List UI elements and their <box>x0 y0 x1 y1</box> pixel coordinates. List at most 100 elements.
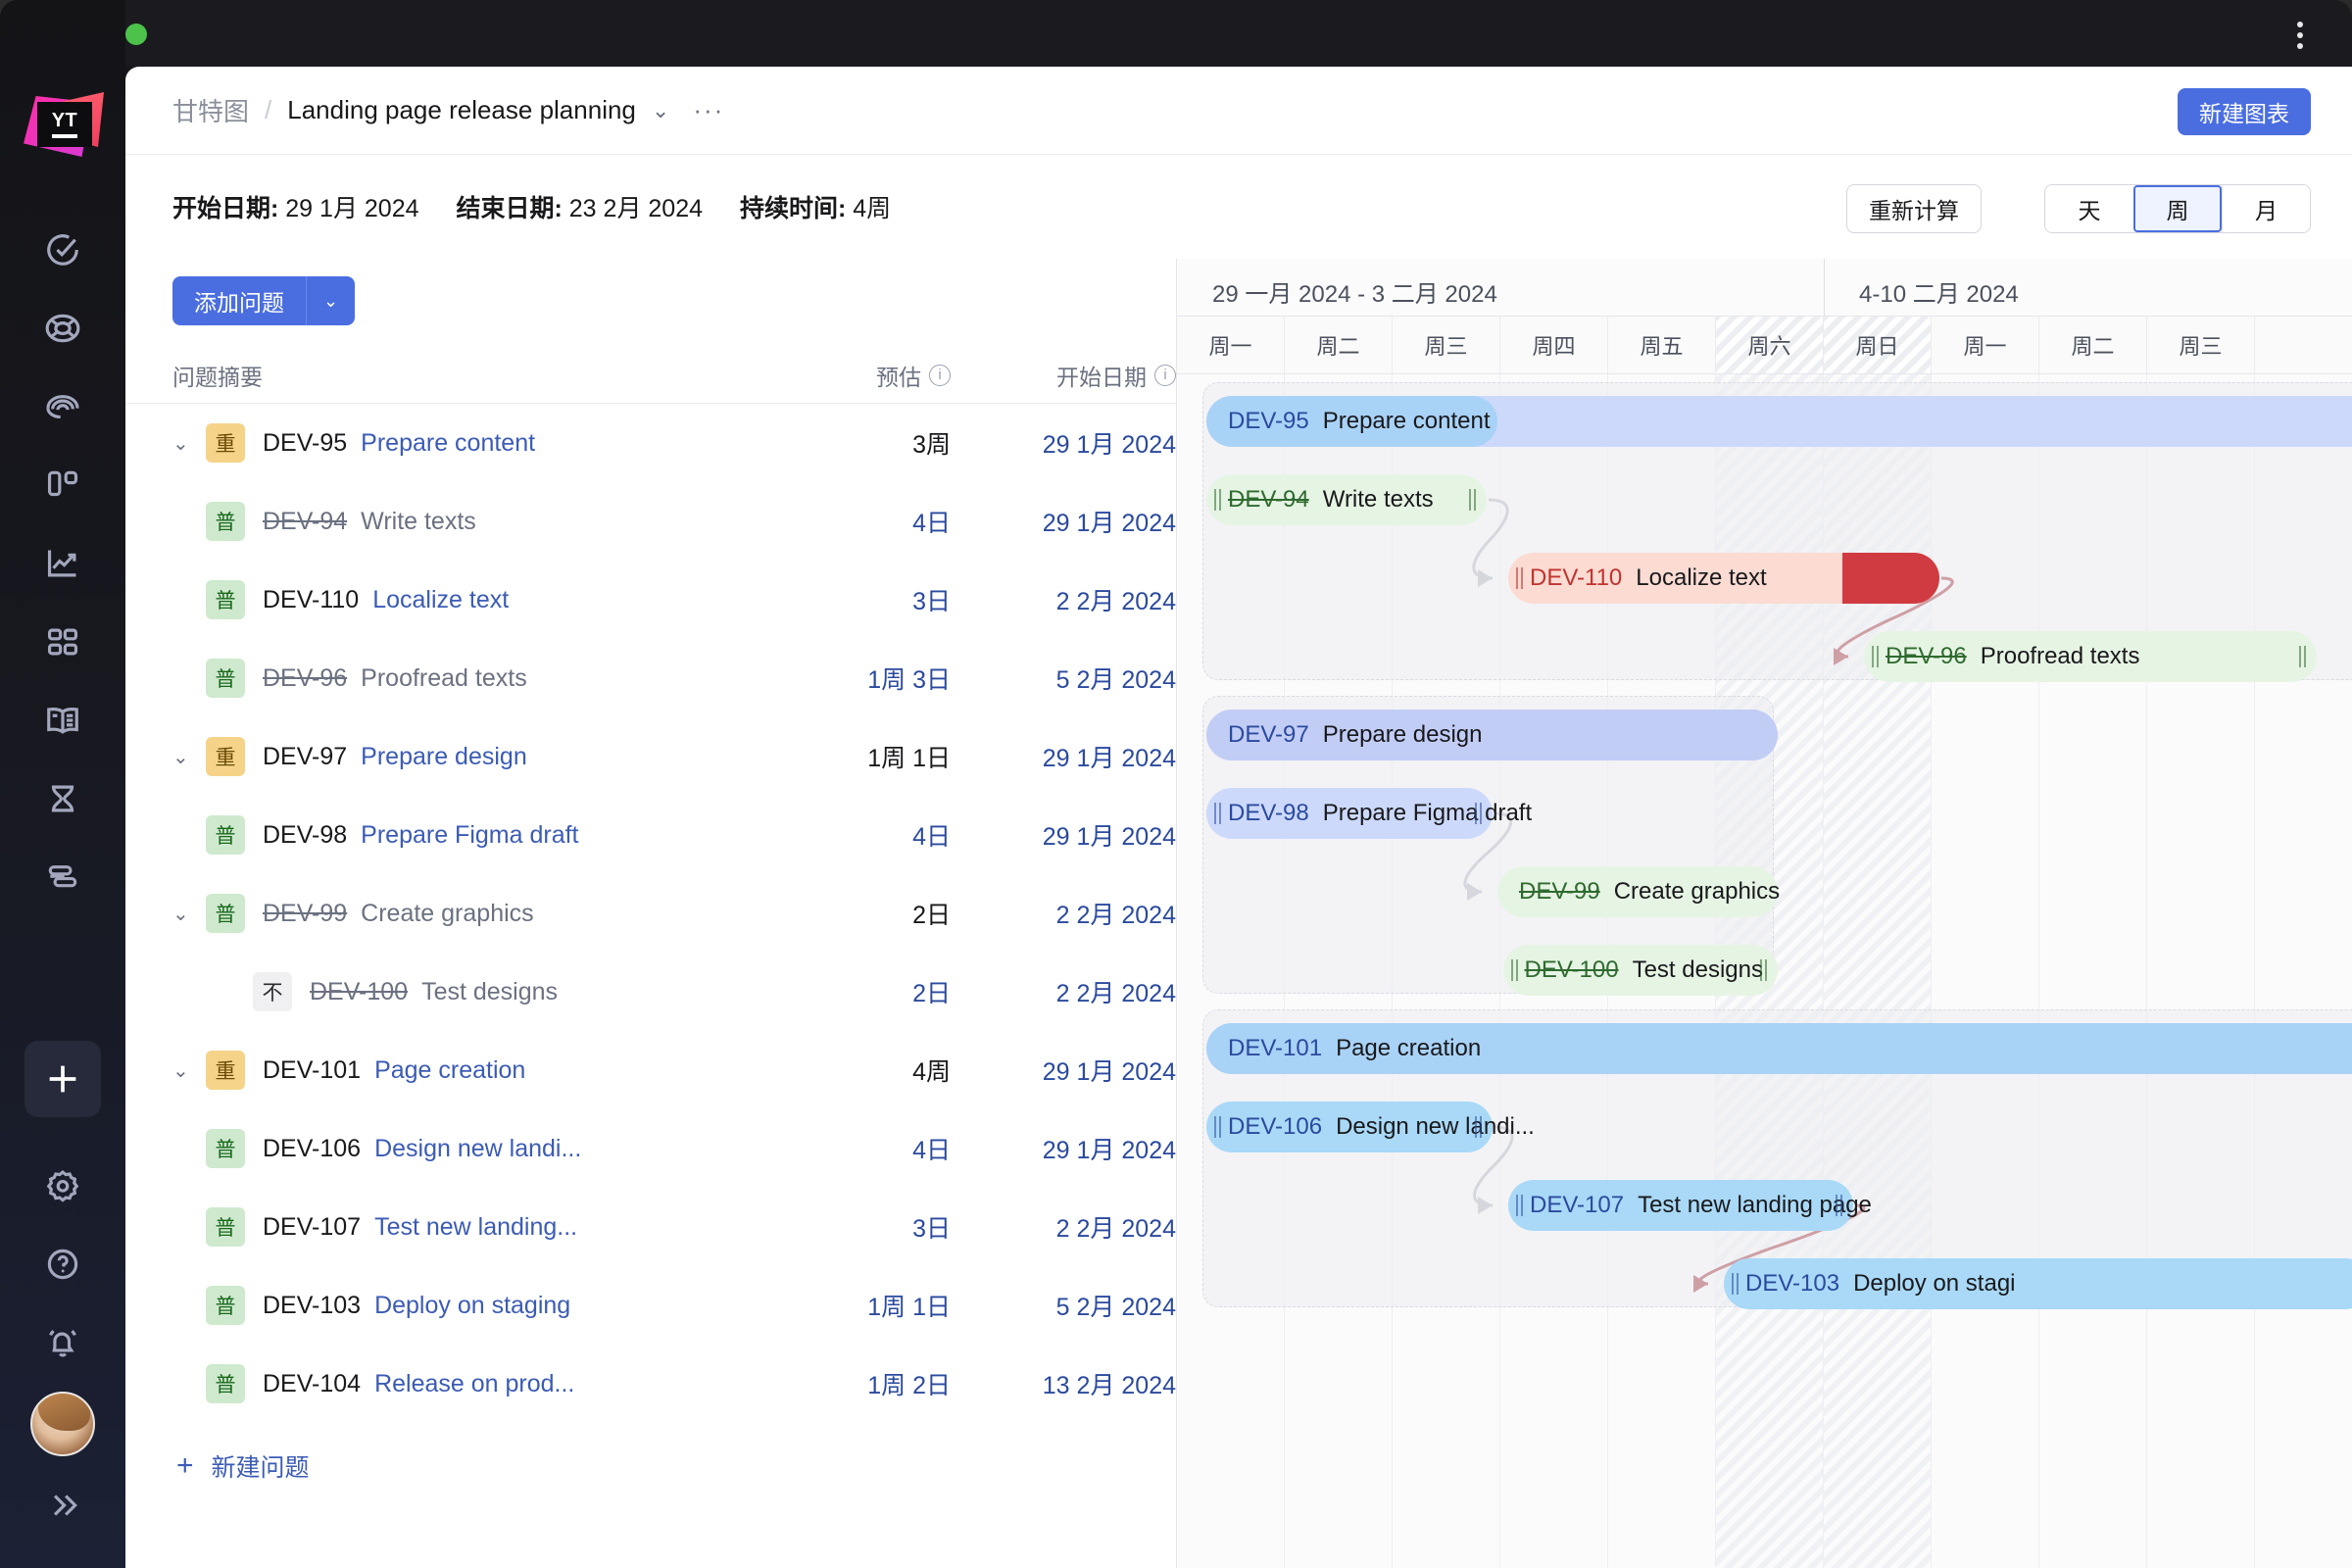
gantt-bar[interactable]: DEV-106 Design new landi... <box>1206 1102 1535 1152</box>
gantt-bar-resize-handle-right[interactable] <box>1760 959 1770 981</box>
gantt-bar[interactable]: DEV-97 Prepare design <box>1206 710 1778 760</box>
issue-start-date[interactable]: 29 1月 2024 <box>951 1053 1176 1088</box>
issue-start-date[interactable]: 2 2月 2024 <box>951 582 1176 617</box>
gantt-bar-resize-handle-right[interactable] <box>1474 1116 1485 1138</box>
issue-title[interactable]: Prepare Figma draft <box>361 821 578 850</box>
issue-title[interactable]: Write texts <box>361 508 476 536</box>
issue-id[interactable]: DEV-107 <box>263 1213 361 1242</box>
issue-title[interactable]: Page creation <box>374 1056 525 1085</box>
issue-title[interactable]: Create graphics <box>361 900 533 928</box>
issue-id[interactable]: DEV-97 <box>263 743 347 771</box>
table-row[interactable]: ⌄普DEV-110Localize text3日2 2月 2024 <box>125 561 1176 639</box>
table-row[interactable]: ⌄普DEV-106Design new landi...4日29 1月 2024 <box>125 1109 1176 1188</box>
issue-estimate[interactable]: 4日 <box>794 817 951 853</box>
table-row[interactable]: ⌄普DEV-104Release on prod...1周 2日13 2月 20… <box>125 1345 1176 1423</box>
scale-button-天[interactable]: 天 <box>2045 185 2133 232</box>
issue-id[interactable]: DEV-96 <box>263 664 347 693</box>
gantt-bar[interactable]: DEV-101 Page creation <box>1206 1023 2352 1074</box>
issue-id[interactable]: DEV-101 <box>263 1056 361 1085</box>
issue-title[interactable]: Test new landing... <box>374 1213 577 1242</box>
issue-estimate[interactable]: 2日 <box>794 896 951 931</box>
info-icon[interactable]: i <box>929 364 951 386</box>
issue-estimate[interactable]: 1周 1日 <box>794 1288 951 1323</box>
issue-estimate[interactable]: 4日 <box>794 504 951 539</box>
issue-id[interactable]: DEV-94 <box>263 508 347 536</box>
gantt-bar[interactable]: DEV-95 Prepare content <box>1206 396 1497 447</box>
new-issue-button[interactable]: + 新建问题 <box>125 1423 1176 1484</box>
add-issue-button[interactable]: 添加问题 <box>172 276 306 325</box>
sidebar-item-projects[interactable] <box>0 603 125 681</box>
gantt-bar[interactable]: DEV-103 Deploy on stagi <box>1724 1258 2352 1309</box>
issue-id[interactable]: DEV-103 <box>263 1292 361 1320</box>
issue-estimate[interactable]: 3日 <box>794 1209 951 1245</box>
issue-id[interactable]: DEV-99 <box>263 900 347 928</box>
gantt-bar[interactable]: DEV-110 Localize text <box>1508 553 1939 604</box>
table-row[interactable]: ⌄普DEV-94Write texts4日29 1月 2024 <box>125 482 1176 561</box>
issue-estimate[interactable]: 1周 3日 <box>794 661 951 696</box>
sidebar-item-knowledge-base[interactable] <box>0 681 125 760</box>
sidebar-item-timesheets[interactable] <box>0 760 125 838</box>
issue-estimate[interactable]: 4日 <box>794 1131 951 1166</box>
table-row[interactable]: ⌄普DEV-98Prepare Figma draft4日29 1月 2024 <box>125 796 1176 874</box>
sidebar-item-issues[interactable] <box>0 211 125 289</box>
issue-start-date[interactable]: 29 1月 2024 <box>951 817 1176 853</box>
issue-start-date[interactable]: 29 1月 2024 <box>951 425 1176 461</box>
chevron-down-icon[interactable]: ⌄ <box>652 98 669 123</box>
maximize-button[interactable] <box>125 24 147 45</box>
row-expand-chevron-icon[interactable]: ⌄ <box>172 745 206 769</box>
gantt-bar-resize-handle-right[interactable] <box>1836 1195 1845 1216</box>
notifications-button[interactable] <box>0 1303 125 1382</box>
issue-estimate[interactable]: 3日 <box>794 582 951 617</box>
gantt-bar[interactable]: DEV-98 Prepare Figma draft <box>1206 788 1532 839</box>
youtrack-logo[interactable]: YT <box>22 90 104 172</box>
gantt-bar-resize-handle-left[interactable] <box>1510 959 1521 981</box>
issue-id[interactable]: DEV-104 <box>263 1370 361 1398</box>
table-row[interactable]: ⌄ 重 DEV-97 Prepare design 1周 1日 29 1月 2024 <box>125 717 1176 796</box>
issue-title[interactable]: Prepare content <box>361 429 535 458</box>
add-issue-dropdown-icon[interactable]: ⌄ <box>306 276 355 325</box>
gantt-bar-resize-handle-left[interactable] <box>1872 646 1882 667</box>
issue-title[interactable]: Design new landi... <box>374 1135 581 1163</box>
table-row[interactable]: ⌄ 重 DEV-101 Page creation 4周 29 1月 2024 <box>125 1031 1176 1109</box>
table-row[interactable]: ⌄普DEV-96Proofread texts1周 3日5 2月 2024 <box>125 639 1176 717</box>
issue-start-date[interactable]: 29 1月 2024 <box>951 504 1176 539</box>
sidebar-item-helpdesk[interactable] <box>0 368 125 446</box>
row-expand-chevron-icon[interactable]: ⌄ <box>172 902 206 926</box>
expand-sidebar-button[interactable] <box>0 1466 125 1544</box>
gantt-bar[interactable]: DEV-107 Test new landing page <box>1508 1180 1872 1231</box>
kebab-menu-icon[interactable] <box>2285 18 2315 53</box>
gantt-bar[interactable]: DEV-100 Test designs <box>1502 945 1778 996</box>
gantt-bar-resize-handle-left[interactable] <box>1214 489 1224 511</box>
issue-estimate[interactable]: 1周 1日 <box>794 739 951 774</box>
gantt-chart-pane[interactable]: 29 一月 2024 - 3 二月 2024 4-10 二月 2024 周一 周二周… <box>1176 259 2352 1568</box>
table-row[interactable]: ⌄ 重 DEV-95 Prepare content 3周 29 1月 2024 <box>125 404 1176 482</box>
gantt-bar[interactable]: DEV-96 Proofread texts <box>1864 631 2317 682</box>
issue-id[interactable]: DEV-100 <box>310 978 408 1006</box>
issue-estimate[interactable]: 1周 2日 <box>794 1366 951 1401</box>
sidebar-item-gantt-charts[interactable] <box>0 838 125 916</box>
gantt-bar-resize-handle-left[interactable] <box>1732 1273 1741 1295</box>
recalculate-button[interactable]: 重新计算 <box>1846 184 1982 233</box>
gantt-bar-resize-handle-left[interactable] <box>1516 1195 1526 1216</box>
issue-start-date[interactable]: 2 2月 2024 <box>951 1209 1176 1245</box>
issue-title[interactable]: Test designs <box>421 978 558 1006</box>
gantt-bar-resize-handle-right[interactable] <box>1474 803 1485 824</box>
gantt-bar-resize-handle-left[interactable] <box>1214 803 1224 824</box>
scale-button-月[interactable]: 月 <box>2222 185 2310 232</box>
issue-estimate[interactable]: 4周 <box>794 1053 951 1088</box>
issue-id[interactable]: DEV-98 <box>263 821 347 850</box>
help-button[interactable] <box>0 1225 125 1303</box>
gantt-bars[interactable]: DEV-95 Prepare content DEV-94 Write texts DE… <box>1177 374 2352 1568</box>
column-header-start-date[interactable]: 开始日期 i <box>951 359 1176 392</box>
table-row[interactable]: ⌄不DEV-100Test designs2日2 2月 2024 <box>125 953 1176 1031</box>
issue-start-date[interactable]: 5 2月 2024 <box>951 661 1176 696</box>
issue-title[interactable]: Release on prod... <box>374 1370 574 1398</box>
gantt-bar-resize-handle-left[interactable] <box>1516 567 1526 589</box>
table-row[interactable]: ⌄普DEV-107Test new landing...3日2 2月 2024 <box>125 1188 1176 1266</box>
gantt-bar-resize-handle-right[interactable] <box>2299 646 2309 667</box>
breadcrumb-root[interactable]: 甘特图 <box>172 92 249 128</box>
info-icon[interactable]: i <box>1154 364 1176 386</box>
more-options-icon[interactable]: ··· <box>693 95 724 125</box>
issue-estimate[interactable]: 2日 <box>794 974 951 1009</box>
create-button[interactable] <box>24 1041 101 1117</box>
